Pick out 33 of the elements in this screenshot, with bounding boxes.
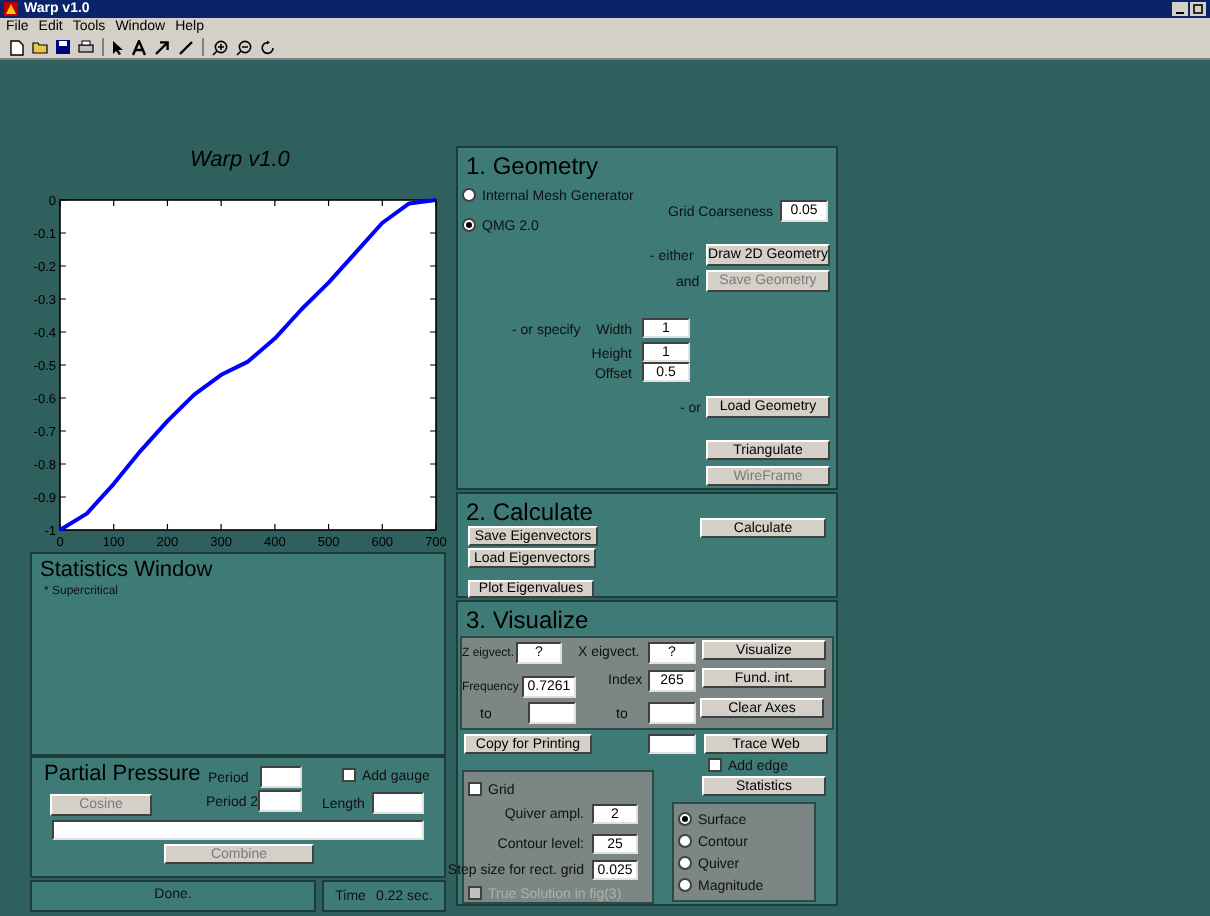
radio-button[interactable] <box>462 218 476 232</box>
minimize-icon[interactable] <box>1172 2 1188 16</box>
input-field[interactable] <box>528 702 576 724</box>
input-field[interactable] <box>372 792 424 814</box>
pointer-icon[interactable] <box>112 39 124 55</box>
text-tool-icon[interactable] <box>132 39 146 55</box>
checkbox[interactable] <box>342 768 356 782</box>
panel-title: Statistics Window <box>40 560 213 582</box>
plot-title: Warp v1.0 <box>190 150 290 172</box>
save-icon[interactable] <box>56 40 70 54</box>
open-folder-icon[interactable] <box>32 40 48 54</box>
panel-title: 1. Geometry <box>466 154 599 178</box>
panel-title: 3. Visualize <box>466 608 589 632</box>
input-field[interactable] <box>260 766 302 788</box>
panel-title: 2. Calculate <box>466 500 593 524</box>
app-icon <box>4 2 18 16</box>
radio-button[interactable] <box>462 188 476 202</box>
print-icon[interactable] <box>78 40 94 54</box>
checkbox[interactable] <box>468 782 482 796</box>
line-tool-icon[interactable] <box>178 39 194 55</box>
input-field[interactable] <box>258 790 302 812</box>
rotate-icon[interactable] <box>260 39 276 55</box>
panel-title: Partial Pressure <box>44 764 201 786</box>
arrow-tool-icon[interactable] <box>154 39 170 55</box>
input-field[interactable] <box>52 820 424 840</box>
zoom-in-icon[interactable] <box>212 39 228 55</box>
input-field[interactable] <box>648 734 696 754</box>
zoom-out-icon[interactable] <box>236 39 252 55</box>
input-field[interactable] <box>648 702 696 724</box>
new-file-icon[interactable] <box>10 39 24 55</box>
checkbox[interactable] <box>708 758 722 772</box>
plot-type-panel <box>672 802 816 902</box>
maximize-icon[interactable] <box>1190 2 1206 16</box>
